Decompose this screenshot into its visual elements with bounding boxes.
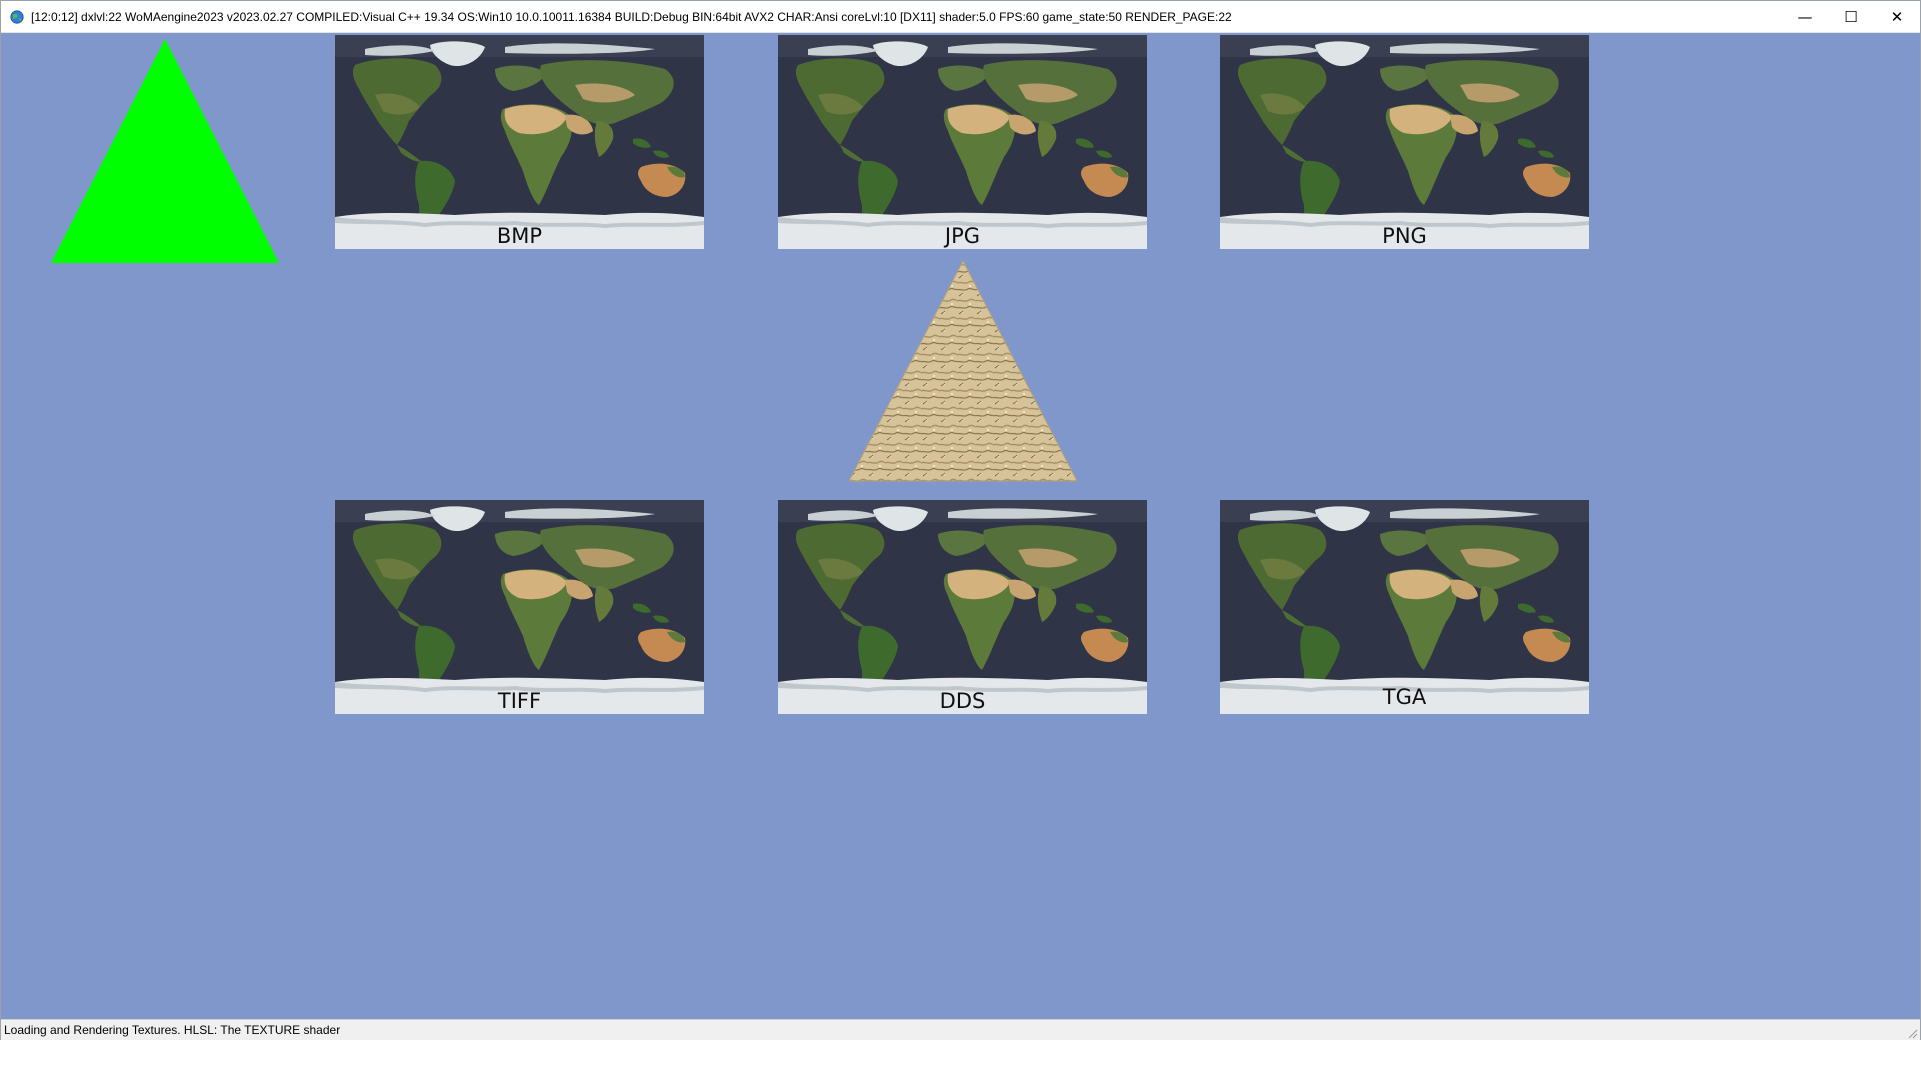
world-map-image [778,35,1147,249]
texture-label: BMP [496,224,543,248]
world-map-image [335,35,704,249]
texture-quad-tiff: TIFF [335,500,704,714]
texture-quad-tga: TGA [1220,500,1589,714]
title-bar[interactable]: [12:0:12] dxlvl:22 WoMAengine2023 v2023.… [1,1,1920,33]
textured-triangle [849,261,1078,482]
world-map-image [335,500,704,714]
green-triangle [51,39,279,263]
resize-grip-icon[interactable] [1906,1027,1918,1039]
minimize-button[interactable]: — [1782,1,1828,32]
render-viewport[interactable]: BMP JPG PNG TIFF DDS TGA [1,33,1920,1019]
world-map-image [1220,500,1589,714]
window-title: [12:0:12] dxlvl:22 WoMAengine2023 v2023.… [31,9,1232,24]
status-bar: Loading and Rendering Textures. HLSL: Th… [1,1019,1920,1040]
maximize-button[interactable]: ☐ [1828,1,1874,32]
texture-label: DDS [939,689,986,713]
world-map-image [778,500,1147,714]
app-window: [12:0:12] dxlvl:22 WoMAengine2023 v2023.… [0,0,1921,1040]
status-text: Loading and Rendering Textures. HLSL: Th… [4,1023,341,1037]
texture-quad-bmp: BMP [335,35,704,249]
texture-label: TGA [1382,685,1427,709]
texture-label: PNG [1382,224,1427,248]
texture-quad-png: PNG [1220,35,1589,249]
close-button[interactable]: ✕ [1874,1,1920,32]
texture-quad-jpg: JPG [778,35,1147,249]
world-map-image [1220,35,1589,249]
texture-label: JPG [944,224,981,248]
texture-quad-dds: DDS [778,500,1147,714]
texture-label: TIFF [497,689,542,713]
app-globe-icon[interactable] [10,9,24,24]
